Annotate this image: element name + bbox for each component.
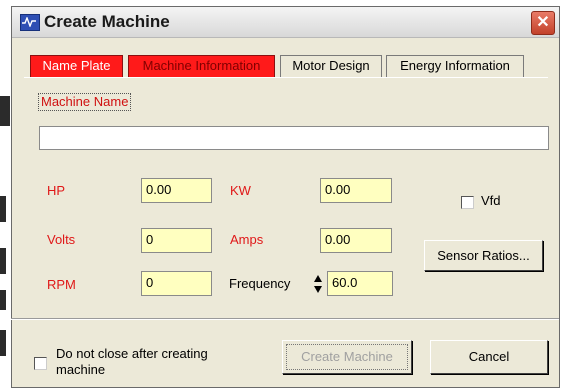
hp-label: HP [47, 183, 66, 198]
machine-name-input[interactable] [39, 126, 549, 150]
background-fragment [0, 248, 6, 274]
tab-energy-information[interactable]: Energy Information [386, 55, 524, 77]
background-fragment [0, 196, 6, 222]
frequency-spinner-icon[interactable] [313, 274, 323, 294]
amps-label: Amps [230, 232, 264, 247]
tab-panel-border [24, 77, 548, 78]
cancel-button[interactable]: Cancel [430, 340, 548, 374]
do-not-close-label: Do not close after creating machine [56, 346, 208, 378]
kw-input[interactable]: 0.00 [320, 178, 392, 203]
do-not-close-checkbox[interactable] [34, 357, 47, 370]
hp-input[interactable]: 0.00 [141, 178, 212, 203]
background-fragment [0, 96, 10, 126]
title-bar[interactable]: Create Machine ✕ [12, 7, 559, 38]
frequency-input[interactable]: 60.0 [327, 271, 393, 296]
do-not-close-label-line2: machine [56, 362, 106, 377]
volts-label: Volts [47, 232, 76, 247]
rpm-label: RPM [47, 277, 76, 292]
amps-input[interactable]: 0.00 [320, 228, 392, 253]
tab-machine-information[interactable]: Machine Information [128, 55, 275, 77]
create-machine-button[interactable]: Create Machine [282, 340, 412, 374]
vfd-label: Vfd [481, 193, 501, 208]
dialog-title: Create Machine [44, 12, 170, 31]
tab-name-plate[interactable]: Name Plate [30, 55, 123, 77]
do-not-close-label-line1: Do not close after creating [56, 346, 208, 361]
frequency-label: Frequency [229, 276, 291, 291]
focus-rect [286, 344, 408, 370]
kw-label: KW [230, 183, 251, 198]
rpm-input[interactable]: 0 [141, 271, 212, 296]
footer-separator [11, 318, 559, 320]
app-icon [20, 14, 40, 31]
tab-motor-design[interactable]: Motor Design [280, 55, 382, 77]
volts-input[interactable]: 0 [141, 228, 212, 253]
cancel-label: Cancel [468, 349, 510, 364]
sensor-ratios-label: Sensor Ratios... [437, 248, 530, 263]
sensor-ratios-button[interactable]: Sensor Ratios... [424, 240, 543, 271]
close-button[interactable]: ✕ [531, 11, 555, 35]
machine-name-label: Machine Name [38, 93, 132, 111]
vfd-checkbox[interactable] [461, 196, 474, 209]
background-fragment [0, 290, 6, 310]
background-fragment [0, 330, 6, 356]
